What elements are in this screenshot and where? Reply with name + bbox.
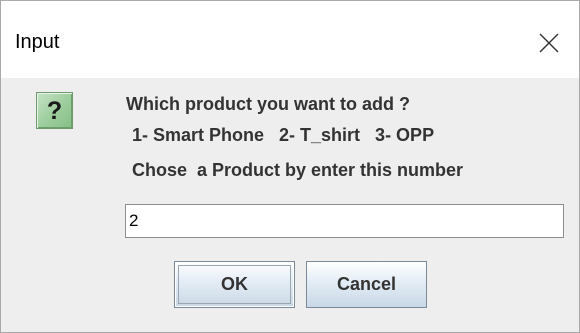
message-line-1: Which product you want to add ? [126, 94, 410, 114]
message-line-3: Chose a Product by enter this number [132, 160, 464, 180]
title-bar: Input [1, 1, 579, 77]
dialog-content: ? Which product you want to add ? 1- Sma… [1, 78, 579, 332]
question-icon: ? [36, 92, 73, 129]
product-number-input[interactable] [125, 204, 564, 238]
cancel-button[interactable]: Cancel [306, 261, 427, 308]
ok-button[interactable]: OK [174, 261, 295, 308]
message-line-2: 1- Smart Phone 2- T_shirt 3- OPP [132, 125, 435, 145]
question-glyph: ? [46, 97, 63, 125]
input-dialog-window: Input ? Which product you want to add ? … [0, 0, 580, 333]
close-icon [539, 33, 559, 53]
close-button[interactable] [529, 23, 569, 63]
window-title: Input [15, 31, 60, 53]
